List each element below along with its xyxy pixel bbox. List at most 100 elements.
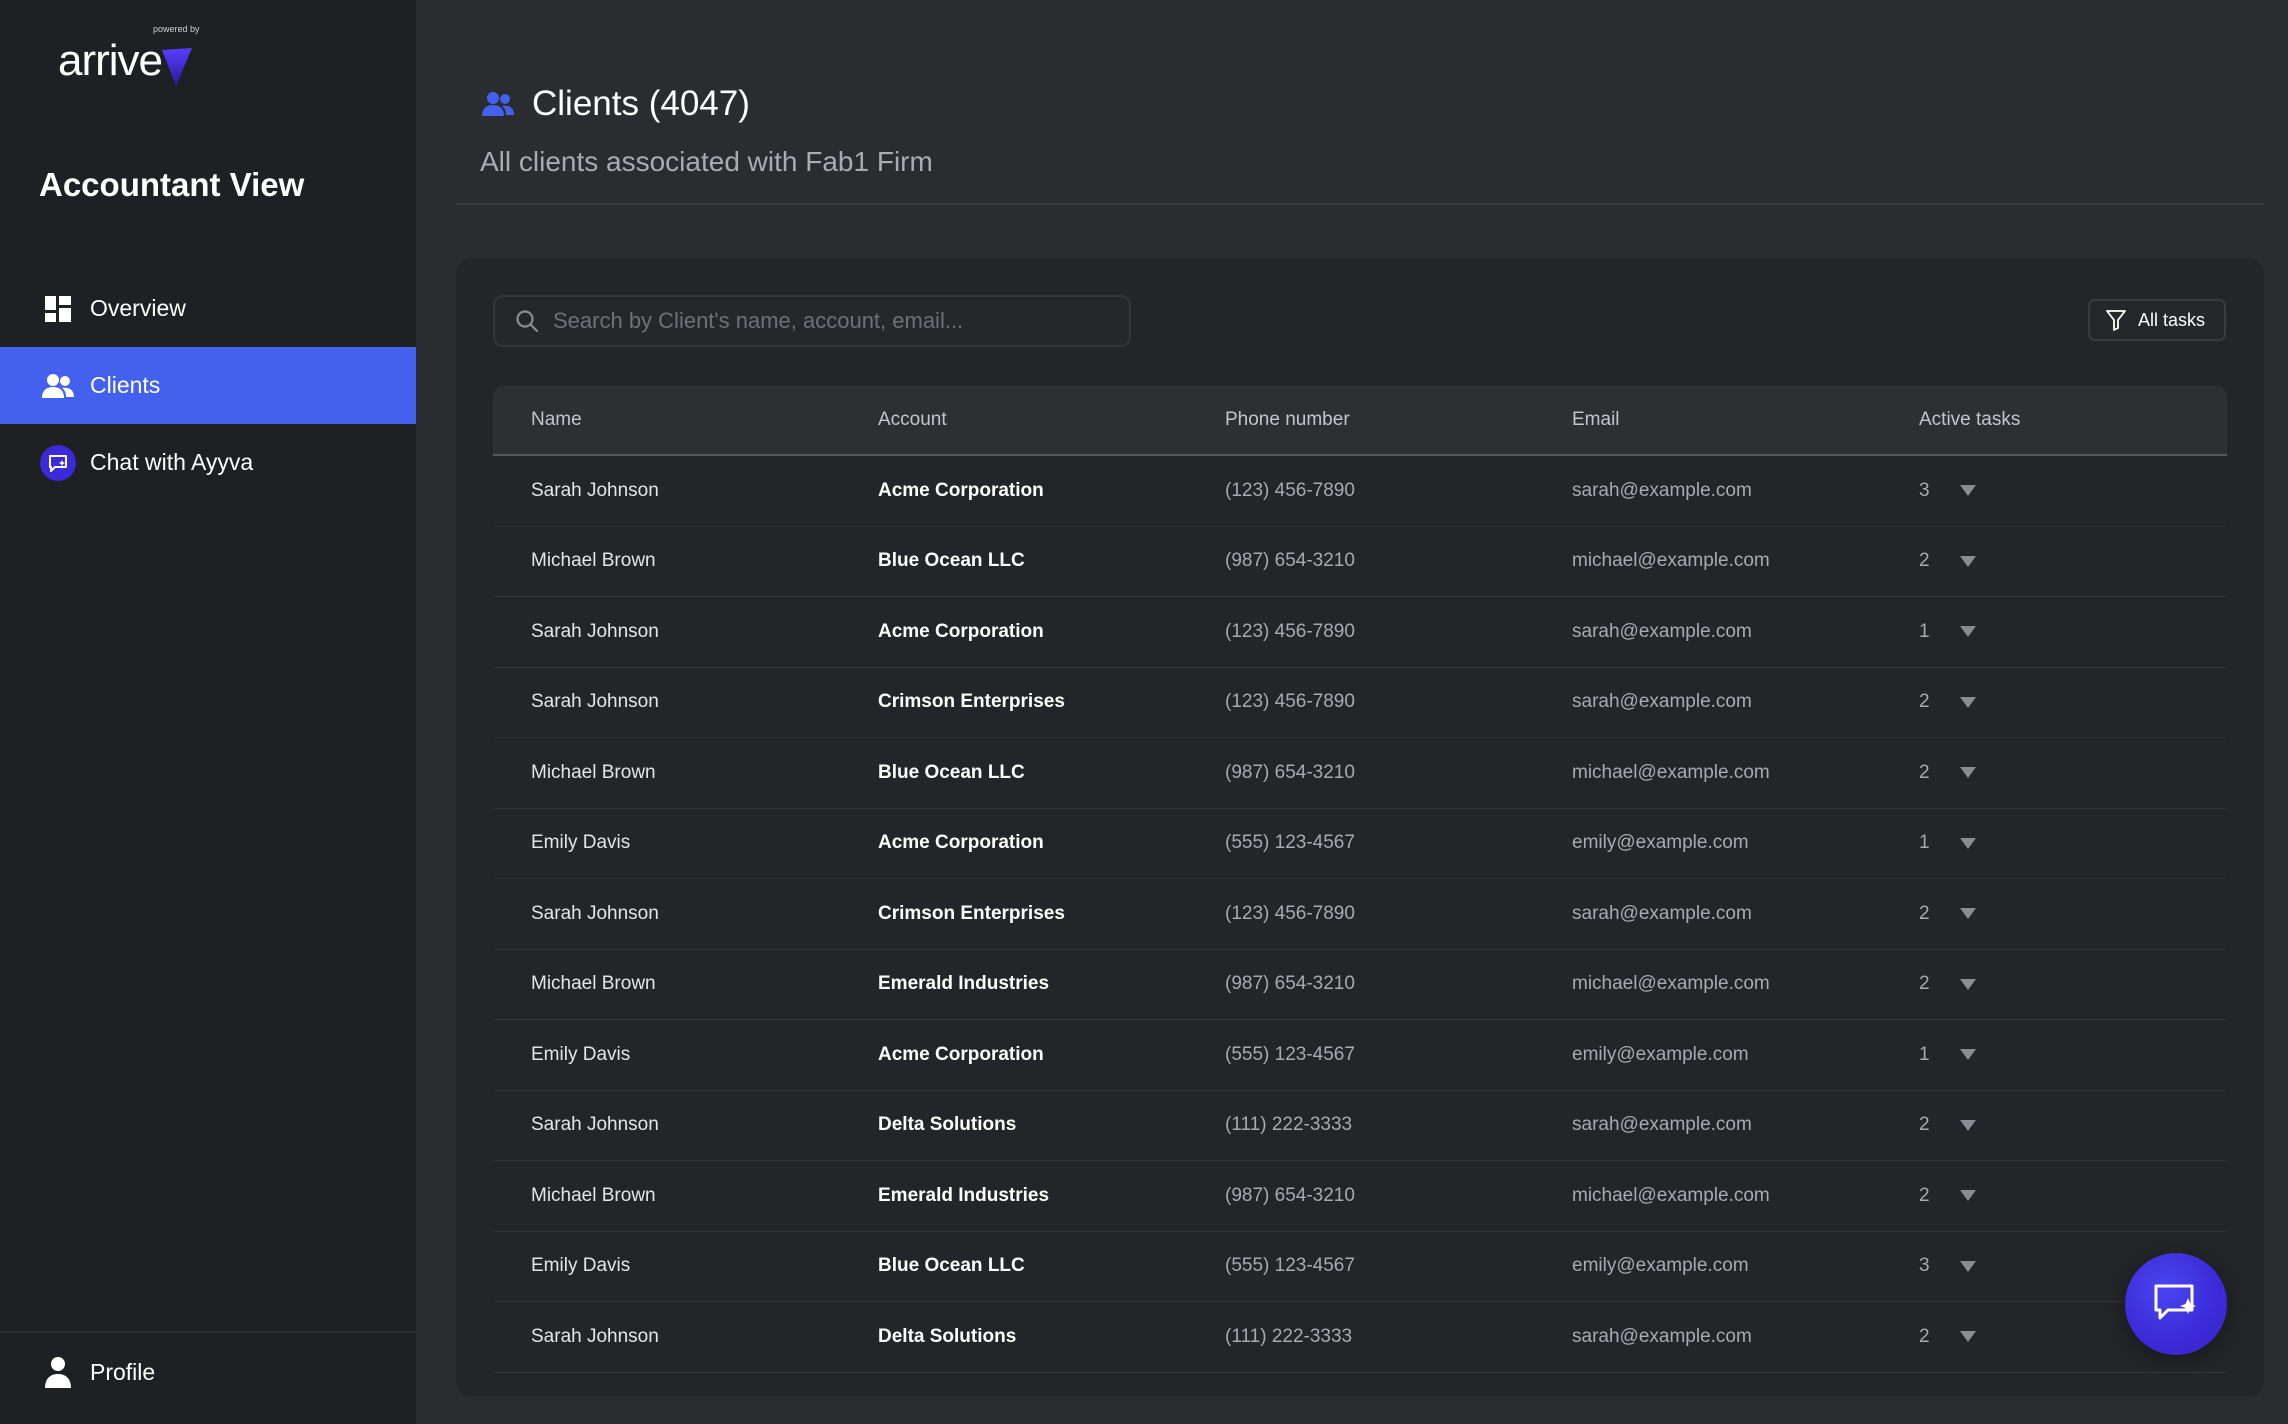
sidebar-item-label: Overview: [90, 295, 186, 321]
sidebar-item-overview[interactable]: Overview: [0, 270, 416, 347]
expand-caret-icon[interactable]: [1959, 908, 1976, 920]
table-row[interactable]: Emily Davis Blue Ocean LLC (555) 123-4567 e…: [493, 1232, 2227, 1302]
sidebar-item-profile[interactable]: Profile: [40, 1350, 155, 1394]
client-account: Acme Corporation: [878, 620, 1044, 642]
active-tasks-cell: 2: [1919, 691, 1976, 713]
active-tasks-cell: 2: [1919, 973, 1976, 995]
chat-fab-button[interactable]: [2125, 1253, 2227, 1355]
table-body: Sarah Johnson Acme Corporation (123) 456-7…: [493, 456, 2227, 1373]
table-row[interactable]: Sarah Johnson Acme Corporation (123) 456-7…: [493, 597, 2227, 668]
expand-caret-icon[interactable]: [1959, 696, 1976, 708]
client-name: Emily Davis: [531, 1043, 631, 1065]
active-tasks-count: 3: [1919, 479, 1930, 501]
client-email: sarah@example.com: [1572, 691, 1752, 713]
chat-sparkle-icon: [2154, 1284, 2196, 1320]
active-tasks-cell: 2: [1919, 550, 1976, 572]
column-header-active-tasks[interactable]: Active tasks: [1919, 409, 2020, 431]
users-icon: [480, 86, 516, 122]
client-phone: (111) 222-3333: [1225, 1114, 1353, 1136]
active-tasks-cell: 2: [1919, 1326, 1976, 1348]
client-name: Michael Brown: [531, 973, 656, 995]
table-row[interactable]: Sarah Johnson Crimson Enterprises (123) 45…: [493, 879, 2227, 950]
brand-name: arrive: [58, 36, 163, 85]
table-row[interactable]: Michael Brown Emerald Industries (987) 654…: [493, 1161, 2227, 1232]
client-account: Delta Solutions: [878, 1114, 1017, 1136]
chat-assistant-icon: [40, 444, 76, 481]
active-tasks-count: 2: [1919, 973, 1930, 995]
sidebar-item-chat-with-ayyva[interactable]: Chat with Ayyva: [0, 424, 416, 501]
expand-caret-icon[interactable]: [1959, 485, 1976, 497]
column-header-email[interactable]: Email: [1572, 409, 1620, 431]
client-email: michael@example.com: [1572, 1184, 1770, 1206]
table-row[interactable]: Emily Davis Acme Corporation (555) 123-456…: [493, 809, 2227, 879]
client-name: Sarah Johnson: [531, 1114, 659, 1136]
client-account: Acme Corporation: [878, 832, 1044, 854]
client-email: emily@example.com: [1572, 1255, 1749, 1277]
active-tasks-cell: 1: [1919, 1044, 1976, 1066]
sidebar-item-clients[interactable]: Clients: [0, 347, 416, 424]
active-tasks-count: 2: [1919, 550, 1930, 572]
client-name: Sarah Johnson: [531, 902, 659, 924]
column-header-name[interactable]: Name: [531, 409, 582, 431]
expand-caret-icon[interactable]: [1959, 978, 1976, 990]
sidebar-divider: [0, 1331, 416, 1333]
client-name: Sarah Johnson: [531, 479, 659, 501]
filter-icon: [2106, 310, 2126, 331]
table-row[interactable]: Emily Davis Acme Corporation (555) 123-456…: [493, 1020, 2227, 1091]
column-header-account[interactable]: Account: [878, 409, 947, 431]
client-phone: (123) 456-7890: [1225, 620, 1355, 642]
clients-table: Name Account Phone number Email Active t…: [493, 386, 2227, 1373]
sidebar-item-label: Clients: [90, 372, 161, 398]
expand-caret-icon[interactable]: [1959, 1119, 1976, 1131]
search-box: [493, 295, 1131, 347]
filter-button[interactable]: All tasks: [2088, 299, 2226, 341]
profile-label: Profile: [90, 1358, 156, 1385]
sidebar-nav: Overview Clients Chat with Ayyva: [0, 270, 416, 501]
table-row[interactable]: Sarah Johnson Acme Corporation (123) 456-7…: [493, 456, 2227, 527]
client-phone: (123) 456-7890: [1225, 479, 1355, 501]
active-tasks-cell: 1: [1919, 621, 1976, 643]
active-tasks-count: 1: [1919, 620, 1930, 642]
active-tasks-cell: 3: [1919, 480, 1976, 502]
table-row[interactable]: Michael Brown Emerald Industries (987) 654…: [493, 950, 2227, 1020]
column-header-phone[interactable]: Phone number: [1225, 409, 1350, 431]
search-input[interactable]: [553, 308, 1113, 334]
client-account: Emerald Industries: [878, 1184, 1050, 1206]
app-root: powered by arrive Accountant View Overvi…: [0, 0, 2288, 1424]
table-row[interactable]: Sarah Johnson Crimson Enterprises (123) 45…: [493, 668, 2227, 738]
table-row[interactable]: Sarah Johnson Delta Solutions (111) 222-33…: [493, 1091, 2227, 1161]
users-icon: [40, 368, 76, 404]
expand-caret-icon[interactable]: [1959, 837, 1976, 849]
expand-caret-icon[interactable]: [1959, 1049, 1976, 1061]
client-account: Acme Corporation: [878, 479, 1044, 501]
expand-caret-icon[interactable]: [1959, 767, 1976, 779]
client-phone: (987) 654-3210: [1225, 1184, 1355, 1206]
expand-caret-icon[interactable]: [1959, 626, 1976, 638]
expand-caret-icon[interactable]: [1959, 1190, 1976, 1202]
client-account: Blue Ocean LLC: [878, 761, 1025, 783]
page-title-row: Clients (4047): [480, 84, 750, 124]
powered-by-label: powered by: [153, 24, 200, 34]
expand-caret-icon[interactable]: [1959, 1331, 1976, 1343]
active-tasks-count: 2: [1919, 1325, 1930, 1347]
brand-logo: powered by arrive: [58, 22, 208, 92]
client-phone: (987) 654-3210: [1225, 761, 1355, 783]
expand-caret-icon[interactable]: [1959, 555, 1976, 567]
client-email: sarah@example.com: [1572, 902, 1752, 924]
table-row[interactable]: Michael Brown Blue Ocean LLC (987) 654-321…: [493, 738, 2227, 809]
table-row[interactable]: Sarah Johnson Delta Solutions (111) 222-33…: [493, 1302, 2227, 1373]
clients-card: All tasks Name Account Phone number Emai…: [456, 258, 2264, 1396]
page-title: Clients (4047): [532, 84, 750, 123]
view-title: Accountant View: [39, 166, 305, 203]
active-tasks-count: 2: [1919, 691, 1930, 713]
expand-caret-icon[interactable]: [1959, 1260, 1976, 1272]
active-tasks-cell: 2: [1919, 1185, 1976, 1207]
client-name: Emily Davis: [531, 1255, 631, 1277]
client-account: Blue Ocean LLC: [878, 550, 1025, 572]
user-icon: [40, 1354, 76, 1390]
client-name: Sarah Johnson: [531, 620, 659, 642]
active-tasks-count: 2: [1919, 761, 1930, 783]
dashboard-icon: [40, 291, 76, 327]
table-row[interactable]: Michael Brown Blue Ocean LLC (987) 654-321…: [493, 527, 2227, 597]
client-name: Sarah Johnson: [531, 691, 659, 713]
